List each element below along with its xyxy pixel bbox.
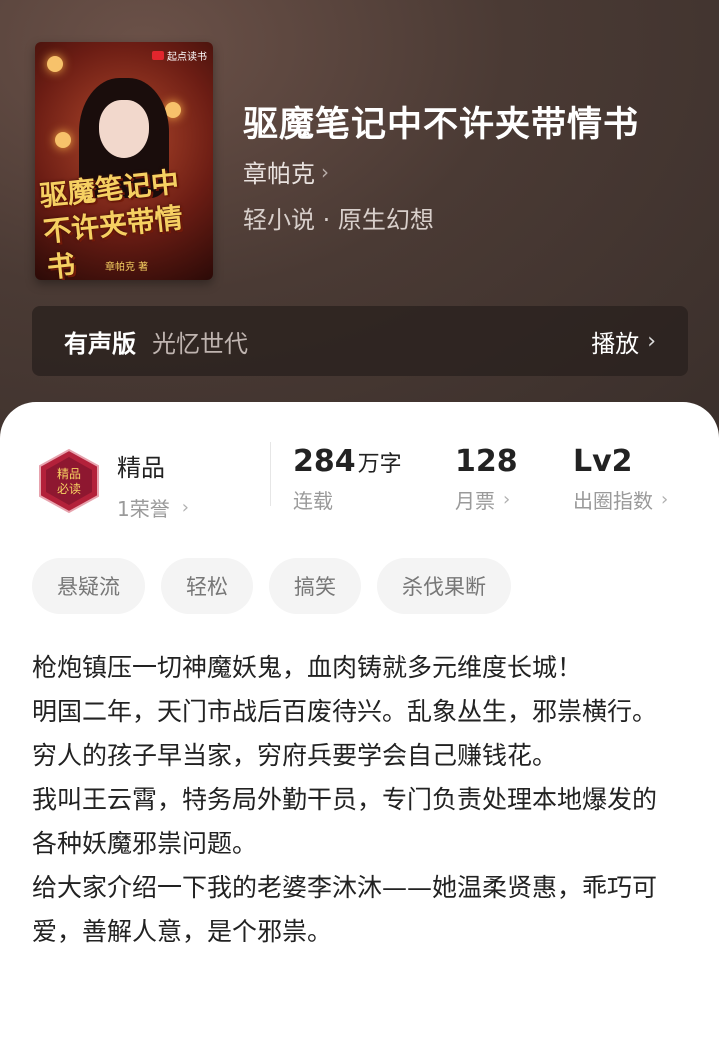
chevron-right-icon: › [503,489,511,510]
quality-badge-icon: 精品 必读 [39,448,99,514]
chevron-right-icon: › [181,497,189,518]
book-cover[interactable]: 起点读书 驱魔笔记中不许夹带情书 章帕克 著 [35,42,213,280]
description-line: 给大家介绍一下我的老婆李沐沐——她温柔贤惠，乖巧可爱，善解人意，是个邪祟。 [32,873,658,946]
quality-stat[interactable]: 精品 1荣誉 › [117,448,189,522]
audio-publisher: 光忆世代 [152,329,248,358]
play-label: 播放 [591,329,640,358]
stats-divider [270,442,271,506]
audio-version-label: 有声版 [64,329,136,358]
tag-list: 悬疑流 轻松 搞笑 杀伐果断 [32,558,511,614]
popularity-label: 出圈指数 [573,489,653,513]
cover-author-art: 章帕克 著 [105,262,149,273]
cover-publisher-tag: 起点读书 [152,48,207,63]
chevron-right-icon: › [661,489,669,510]
monthly-votes-stat[interactable]: 128 月票 › [455,444,518,514]
lantern-decoration [55,132,71,148]
book-genre: 轻小说 · 原生幻想 [243,206,434,234]
word-count-unit: 万字 [357,452,402,477]
description-line: 枪炮镇压一切神魔妖鬼，血肉铸就多元维度长城！ [32,653,583,682]
word-count-stat: 284万字 连载 [293,444,402,514]
play-button[interactable]: 播放 › [591,324,656,359]
popularity-value: Lv2 [573,444,633,479]
tag-chip[interactable]: 搞笑 [269,558,361,614]
lantern-decoration [47,56,63,72]
chevron-right-icon: › [321,159,329,184]
tag-chip[interactable]: 杀伐果断 [377,558,511,614]
book-info-card: 精品 必读 精品 1荣誉 › 284万字 连载 128 月票 › Lv2 出圈指数… [0,402,719,1062]
chevron-right-icon: › [647,328,656,354]
author-link[interactable]: 章帕克 › [243,154,329,189]
serial-status: 连载 [293,489,333,513]
description-line: 我叫王云霄，特务局外勤干员，专门负责处理本地爆发的各种妖魔邪祟问题。 [32,785,658,858]
author-name: 章帕克 [243,160,315,188]
word-count-value: 284 [293,444,356,479]
quality-honor: 1荣誉 [117,497,170,521]
popularity-stat[interactable]: Lv2 出圈指数 › [573,444,668,514]
monthly-votes-label: 月票 [455,489,495,513]
tag-chip[interactable]: 悬疑流 [32,558,145,614]
book-description[interactable]: 枪炮镇压一切神魔妖鬼，血肉铸就多元维度长城！ 明国二年，天门市战后百废待兴。乱象… [32,646,672,954]
audio-version-bar[interactable]: 有声版 光忆世代 播放 › [32,306,688,376]
quality-title: 精品 [117,454,165,482]
description-line: 明国二年，天门市战后百废待兴。乱象丛生，邪祟横行。 [32,697,658,726]
cover-publisher-text: 起点读书 [167,52,207,63]
tag-chip[interactable]: 轻松 [161,558,253,614]
monthly-votes-value: 128 [455,444,518,479]
hero-header: 起点读书 驱魔笔记中不许夹带情书 章帕克 著 驱魔笔记中不许夹带情书 章帕克 ›… [0,0,719,440]
lantern-decoration [165,102,181,118]
cover-character-face [99,100,149,158]
badge-text-line2: 必读 [57,482,81,496]
publisher-logo-icon [152,51,164,60]
description-line: 穷人的孩子早当家，穷府兵要学会自己赚钱花。 [32,741,558,770]
badge-text-line1: 精品 [57,467,81,481]
book-title: 驱魔笔记中不许夹带情书 [243,105,640,145]
